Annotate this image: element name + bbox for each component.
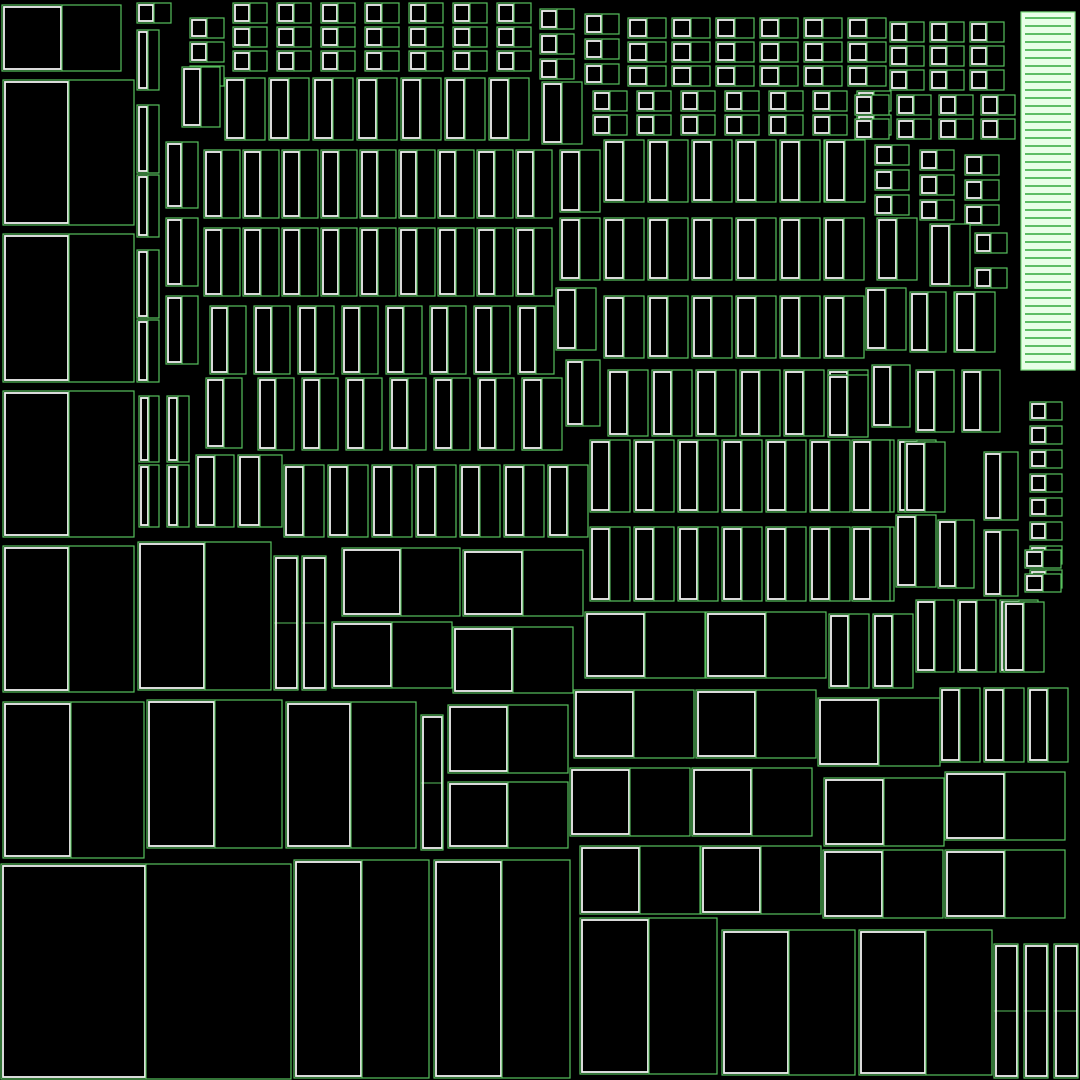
uv-layout-canvas	[0, 2, 1079, 1080]
uv-island	[2, 701, 145, 859]
uv-texture-atlas	[0, 0, 1080, 1080]
